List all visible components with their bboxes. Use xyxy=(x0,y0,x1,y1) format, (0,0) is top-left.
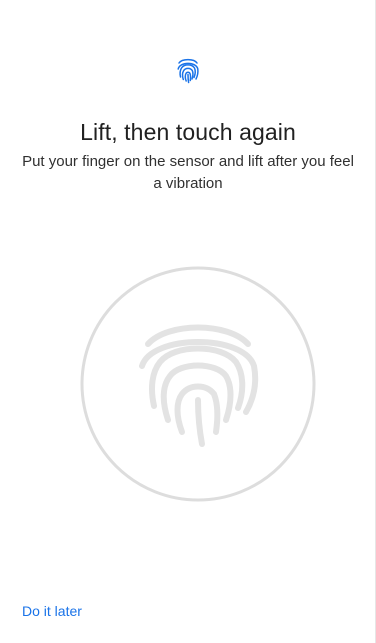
enrollment-screen: Lift, then touch again Put your finger o… xyxy=(0,0,376,643)
fingerprint-icon xyxy=(175,54,201,88)
sensor-indicator xyxy=(80,266,316,502)
sensor-fingerprint-icon xyxy=(139,324,259,447)
instruction-text: Put your finger on the sensor and lift a… xyxy=(22,153,354,192)
do-it-later-button[interactable]: Do it later xyxy=(18,600,86,622)
page-title: Lift, then touch again xyxy=(80,119,296,145)
